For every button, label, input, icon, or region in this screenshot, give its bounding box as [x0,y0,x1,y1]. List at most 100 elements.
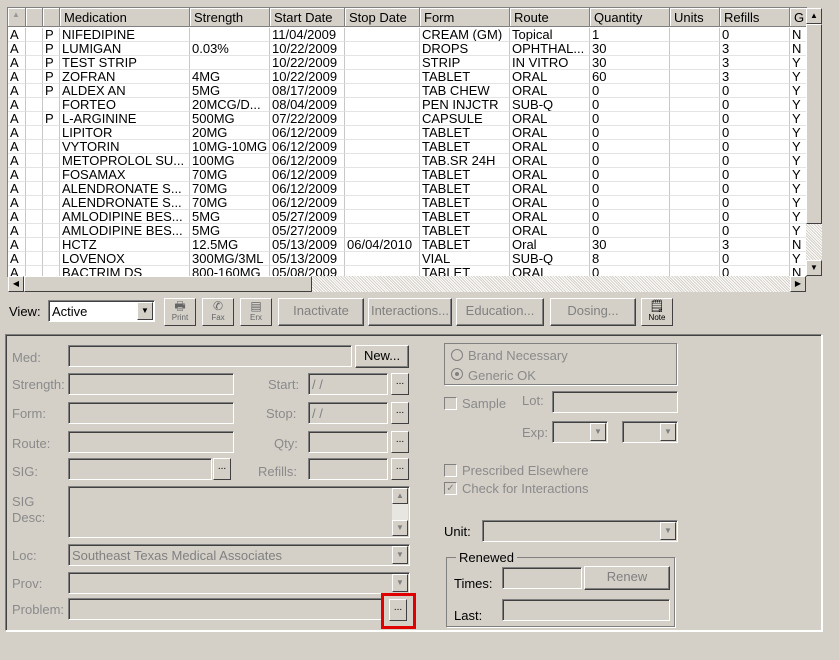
start-label: Start: [268,377,300,392]
times-field[interactable] [502,567,582,589]
cell-status: A [8,168,26,182]
cell-strength: 0.03% [190,42,270,56]
exp-month-select[interactable]: ▼ [552,421,608,443]
column-header-refills[interactable]: Refills [720,8,790,27]
cell-p [43,168,60,182]
view-select[interactable]: Active ▼ [48,300,155,322]
table-row[interactable]: A ALENDRONATE S... 70MG 06/12/2009 TABLET ORA… [8,196,806,210]
form-field[interactable] [68,402,234,424]
column-header-flag[interactable] [26,8,43,27]
cell-p: P [43,112,60,126]
table-row[interactable]: A LIPITOR 20MG 06/12/2009 TABLET ORAL 0 0 Y [8,126,806,140]
stop-ellipsis-button[interactable]: ... [391,402,409,424]
column-header-medication[interactable]: Medication [60,8,190,27]
cell-g: Y [790,98,806,112]
exp-year-select[interactable]: ▼ [622,421,678,443]
fax-button[interactable]: ✆ Fax [202,298,234,326]
table-row[interactable]: A P ALDEX AN 5MG 08/17/2009 TAB CHEW ORAL 0 0 Y [8,84,806,98]
med-field[interactable] [68,345,352,367]
start-ellipsis-button[interactable]: ... [391,373,409,395]
erx-button[interactable]: ▤ Erx [240,298,272,326]
print-button[interactable]: 🖶 Print [164,298,196,326]
cell-status: A [8,42,26,56]
scroll-up-button[interactable]: ▲ [806,8,822,24]
generic-ok-radio[interactable] [451,368,463,380]
cell-form: PEN INJCTR [420,98,510,112]
column-header-p[interactable] [43,8,60,27]
dosing-button[interactable]: Dosing... [550,298,636,326]
hscroll-thumb[interactable] [24,276,312,292]
column-header-g[interactable]: G [790,8,806,27]
education-button[interactable]: Education... [456,298,544,326]
prescribed-elsewhere-checkbox[interactable] [444,464,457,477]
column-header-status[interactable]: ▲ [8,8,26,27]
inactivate-button[interactable]: Inactivate [278,298,364,326]
column-header-units[interactable]: Units [670,8,720,27]
table-row[interactable]: A P NIFEDIPINE 11/04/2009 CREAM (GM) Topical 1… [8,28,806,42]
table-row[interactable]: A FOSAMAX 70MG 06/12/2009 TABLET ORAL 0 0 Y [8,168,806,182]
problem-ellipsis-button[interactable]: ... [389,599,407,621]
scroll-right-button[interactable]: ▶ [790,276,806,292]
cell-form: TABLET [420,238,510,252]
cell-quantity: 0 [590,140,670,154]
qty-field[interactable] [308,431,388,453]
renew-button[interactable]: Renew [584,566,670,590]
strength-field[interactable] [68,373,234,395]
check-interactions-checkbox[interactable]: ✓ [444,482,457,495]
cell-stop-date [345,210,420,224]
column-header-quantity[interactable]: Quantity [590,8,670,27]
table-row[interactable]: A P L-ARGININE 500MG 07/22/2009 CAPSULE ORAL 0 0… [8,112,806,126]
column-header-start-date[interactable]: Start Date [270,8,345,27]
table-row[interactable]: A AMLODIPINE BES... 5MG 05/27/2009 TABLET ORA… [8,224,806,238]
brand-necessary-radio[interactable] [451,349,463,361]
column-header-stop-date[interactable]: Stop Date [345,8,420,27]
table-row[interactable]: A P TEST STRIP 10/22/2009 STRIP IN VITRO 30 3 Y [8,56,806,70]
loc-select[interactable]: Southeast Texas Medical Associates ▼ [68,544,410,566]
cell-refills: 0 [720,224,790,238]
note-button[interactable]: 🗒 Note [641,298,673,326]
table-row[interactable]: A HCTZ 12.5MG 05/13/2009 06/04/2010 TABLET Ora… [8,238,806,252]
stop-date-field[interactable]: / / [308,402,388,424]
cell-flag [26,210,43,224]
lot-field[interactable] [552,391,678,413]
table-row[interactable]: A METOPROLOL SU... 100MG 06/12/2009 TAB.SR 2… [8,154,806,168]
sample-checkbox[interactable] [444,397,457,410]
qty-ellipsis-button[interactable]: ... [391,431,409,453]
refills-field[interactable] [308,458,388,480]
cell-quantity: 0 [590,224,670,238]
sig-ellipsis-button[interactable]: ... [213,458,231,480]
problem-field[interactable] [68,598,382,620]
column-header-form[interactable]: Form [420,8,510,27]
medication-grid[interactable]: ▲ Medication Strength Start Date Stop Date Fo… [7,7,807,277]
scroll-thumb[interactable] [806,24,822,224]
cell-flag [26,126,43,140]
sig-desc-label-2: Desc: [12,510,46,525]
table-row[interactable]: A LOVENOX 300MG/3ML 05/13/2009 VIAL SUB-Q 8 0 Y [8,252,806,266]
table-row[interactable]: A ALENDRONATE S... 70MG 06/12/2009 TABLET ORA… [8,182,806,196]
sig-desc-scrollbar[interactable]: ▲ ▼ [392,488,408,536]
table-row[interactable]: A VYTORIN 10MG-10MG 06/12/2009 TABLET ORAL 0 0 Y [8,140,806,154]
cell-start-date: 06/12/2009 [270,126,345,140]
sig-desc-textarea[interactable] [68,486,410,538]
column-header-strength[interactable]: Strength [190,8,270,27]
route-field[interactable] [68,431,234,453]
refills-ellipsis-button[interactable]: ... [391,458,409,480]
table-row[interactable]: A AMLODIPINE BES... 5MG 05/27/2009 TABLET ORA… [8,210,806,224]
column-header-route[interactable]: Route [510,8,590,27]
unit-select[interactable]: ▼ [482,520,678,542]
prov-select[interactable]: ▼ [68,572,410,594]
cell-strength: 20MCG/D... [190,98,270,112]
cell-g: Y [790,140,806,154]
scroll-down-button[interactable]: ▼ [806,260,822,276]
sig-field[interactable] [68,458,212,480]
new-med-button[interactable]: New... [355,345,409,368]
table-row[interactable]: A FORTEO 20MCG/D... 08/04/2009 PEN INJCTR SUB… [8,98,806,112]
start-date-field[interactable]: / / [308,373,388,395]
scroll-left-button[interactable]: ◀ [8,276,24,292]
last-field[interactable] [502,599,670,621]
cell-g: Y [790,224,806,238]
interactions-button[interactable]: Interactions... [368,298,452,326]
table-row[interactable]: A P ZOFRAN 4MG 10/22/2009 TABLET ORAL 60 3 Y [8,70,806,84]
cell-medication: LIPITOR [60,126,190,140]
table-row[interactable]: A P LUMIGAN 0.03% 10/22/2009 DROPS OPHTHAL... 3… [8,42,806,56]
